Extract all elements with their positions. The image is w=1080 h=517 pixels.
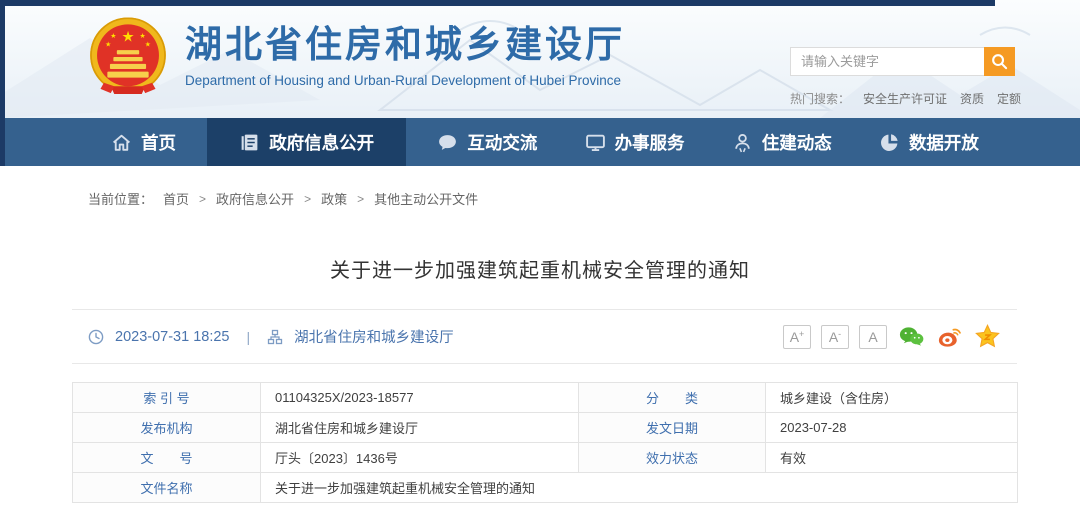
- hot-search-link[interactable]: 资质: [960, 90, 984, 107]
- field-value-document-name: 关于进一步加强建筑起重机械安全管理的通知: [261, 473, 1018, 503]
- main-nav: 首页 政府信息公开 互动交流 办事服务: [0, 118, 1080, 166]
- svg-text:★: ★: [105, 42, 111, 49]
- field-label-issuing-agency: 发布机构: [73, 413, 261, 443]
- field-value-index-number: 01104325X/2023-18577: [261, 383, 579, 413]
- site-subtitle: Department of Housing and Urban-Rural De…: [185, 73, 625, 88]
- search-button[interactable]: [984, 47, 1015, 76]
- nav-item-services[interactable]: 办事服务: [569, 118, 701, 166]
- font-size-reset-button[interactable]: A: [859, 325, 887, 349]
- hot-search-link[interactable]: 安全生产许可证: [863, 90, 947, 107]
- field-label-document-number: 文 号: [73, 443, 261, 473]
- field-value-issuing-agency: 湖北省住房和城乡建设厅: [261, 413, 579, 443]
- search-input[interactable]: [790, 47, 984, 76]
- nav-item-news[interactable]: 住建动态: [716, 118, 848, 166]
- breadcrumb-separator: >: [357, 192, 364, 206]
- clock-icon: [88, 329, 104, 345]
- page: ★ ★ ★ ★ ★ 湖北省住房和城乡建设厅 Department of Hous…: [0, 0, 1080, 517]
- field-value-document-number: 厅头〔2023〕1436号: [261, 443, 579, 473]
- wechat-share-icon[interactable]: [897, 323, 925, 351]
- nav-label: 政府信息公开: [269, 130, 374, 155]
- article-toolbar: A+ A- A: [783, 323, 1001, 351]
- nav-label: 数据开放: [909, 130, 979, 155]
- monitor-icon: [585, 132, 606, 153]
- window-edge-left: [0, 0, 5, 166]
- site-logo-link[interactable]: ★ ★ ★ ★ ★ 湖北省住房和城乡建设厅 Department of Hous…: [85, 14, 625, 100]
- table-row: 发布机构 湖北省住房和城乡建设厅 发文日期 2023-07-28: [73, 413, 1018, 443]
- home-icon: [111, 132, 132, 153]
- nav-label: 住建动态: [762, 130, 832, 155]
- site-title: 湖北省住房和城乡建设厅: [185, 26, 625, 67]
- document-icon: [239, 132, 260, 153]
- search-bar: [790, 47, 1015, 76]
- breadcrumb-link-other-docs[interactable]: 其他主动公开文件: [374, 189, 478, 208]
- publish-time: 2023-07-31 18:25: [115, 329, 230, 345]
- nav-item-interaction[interactable]: 互动交流: [421, 118, 553, 166]
- window-edge-top: [0, 0, 995, 6]
- weibo-share-icon[interactable]: [935, 323, 963, 351]
- breadcrumb-separator: >: [304, 192, 311, 206]
- breadcrumb-link-gov-info[interactable]: 政府信息公开: [216, 189, 294, 208]
- search-icon: [991, 53, 1008, 70]
- national-emblem-icon: ★ ★ ★ ★ ★: [85, 14, 171, 100]
- person-badge-icon: [732, 132, 753, 153]
- field-value-validity-status: 有效: [766, 443, 1018, 473]
- field-value-issue-date: 2023-07-28: [766, 413, 1018, 443]
- svg-text:★: ★: [145, 42, 151, 49]
- field-label-validity-status: 效力状态: [579, 443, 766, 473]
- field-label-issue-date: 发文日期: [579, 413, 766, 443]
- breadcrumb-label: 当前位置：: [88, 189, 153, 208]
- hot-search-row: 热门搜索： 安全生产许可证 资质 定额: [790, 90, 1021, 107]
- svg-text:★: ★: [110, 33, 116, 40]
- hot-search-label: 热门搜索：: [790, 90, 850, 107]
- table-row: 索 引 号 01104325X/2023-18577 分 类 城乡建设（含住房）: [73, 383, 1018, 413]
- qzone-star-icon[interactable]: [973, 323, 1001, 351]
- article-meta-left: 2023-07-31 18:25 | 湖北省住房和城乡建设厅: [88, 326, 454, 347]
- nav-label: 办事服务: [615, 130, 685, 155]
- field-label-category: 分 类: [579, 383, 766, 413]
- nav-item-open-data[interactable]: 数据开放: [863, 118, 995, 166]
- field-label-document-name: 文件名称: [73, 473, 261, 503]
- meta-divider: |: [241, 329, 257, 345]
- nav-label: 首页: [141, 130, 176, 155]
- nav-label: 互动交流: [467, 130, 537, 155]
- svg-text:★: ★: [140, 33, 146, 40]
- nav-item-gov-info[interactable]: 政府信息公开: [207, 118, 406, 166]
- document-info-table: 索 引 号 01104325X/2023-18577 分 类 城乡建设（含住房）…: [72, 382, 1018, 503]
- pie-chart-icon: [879, 132, 900, 153]
- svg-text:★: ★: [121, 30, 134, 46]
- field-label-index-number: 索 引 号: [73, 383, 261, 413]
- font-size-increase-button[interactable]: A+: [783, 325, 811, 349]
- article-title: 关于进一步加强建筑起重机械安全管理的通知: [0, 254, 1080, 283]
- article-source: 湖北省住房和城乡建设厅: [294, 326, 454, 347]
- breadcrumb-link-home[interactable]: 首页: [163, 189, 189, 208]
- breadcrumb: 当前位置： 首页 > 政府信息公开 > 政策 > 其他主动公开文件: [88, 189, 1080, 208]
- hot-search-link[interactable]: 定额: [997, 90, 1021, 107]
- nav-item-home[interactable]: 首页: [95, 118, 192, 166]
- breadcrumb-separator: >: [199, 192, 206, 206]
- field-value-category: 城乡建设（含住房）: [766, 383, 1018, 413]
- site-title-block: 湖北省住房和城乡建设厅 Department of Housing and Ur…: [185, 26, 625, 89]
- site-header: ★ ★ ★ ★ ★ 湖北省住房和城乡建设厅 Department of Hous…: [0, 0, 1080, 118]
- chat-bubble-icon: [437, 132, 458, 153]
- article-meta-bar: 2023-07-31 18:25 | 湖北省住房和城乡建设厅 A+ A- A: [72, 309, 1017, 364]
- organization-icon: [267, 329, 283, 345]
- table-row: 文 号 厅头〔2023〕1436号 效力状态 有效: [73, 443, 1018, 473]
- breadcrumb-link-policy[interactable]: 政策: [321, 189, 347, 208]
- font-size-decrease-button[interactable]: A-: [821, 325, 849, 349]
- table-row: 文件名称 关于进一步加强建筑起重机械安全管理的通知: [73, 473, 1018, 503]
